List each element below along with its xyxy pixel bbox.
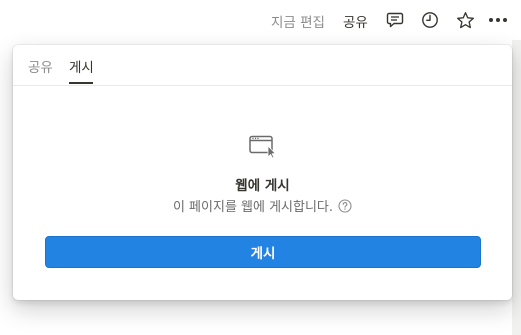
more-icon[interactable]: [488, 10, 508, 30]
star-icon[interactable]: [455, 10, 475, 30]
publish-description-row: 이 페이지를 웹에 게시합니다.: [13, 196, 512, 215]
tab-share[interactable]: 공유: [28, 56, 53, 76]
share-popup: 공유 게시 웹에 게시 이 페이지를 웹에 게시합니다. 게시: [13, 45, 512, 300]
page-backdrop: [512, 40, 521, 335]
active-tab-indicator: [69, 82, 93, 84]
comment-icon[interactable]: [385, 10, 405, 30]
share-button[interactable]: 공유: [343, 11, 368, 31]
history-icon[interactable]: [420, 10, 440, 30]
publish-description: 이 페이지를 웹에 게시합니다.: [172, 200, 334, 215]
popup-tabs: 공유 게시: [13, 45, 512, 86]
browser-window-icon: [249, 135, 277, 159]
top-bar: 지금 편집 공유: [0, 0, 521, 40]
publish-heading: 웹에 게시: [235, 178, 290, 194]
tab-publish[interactable]: 게시: [69, 56, 94, 76]
help-icon[interactable]: [338, 198, 352, 213]
publish-button[interactable]: 게시: [45, 236, 481, 268]
edited-status: 지금 편집: [271, 15, 325, 31]
